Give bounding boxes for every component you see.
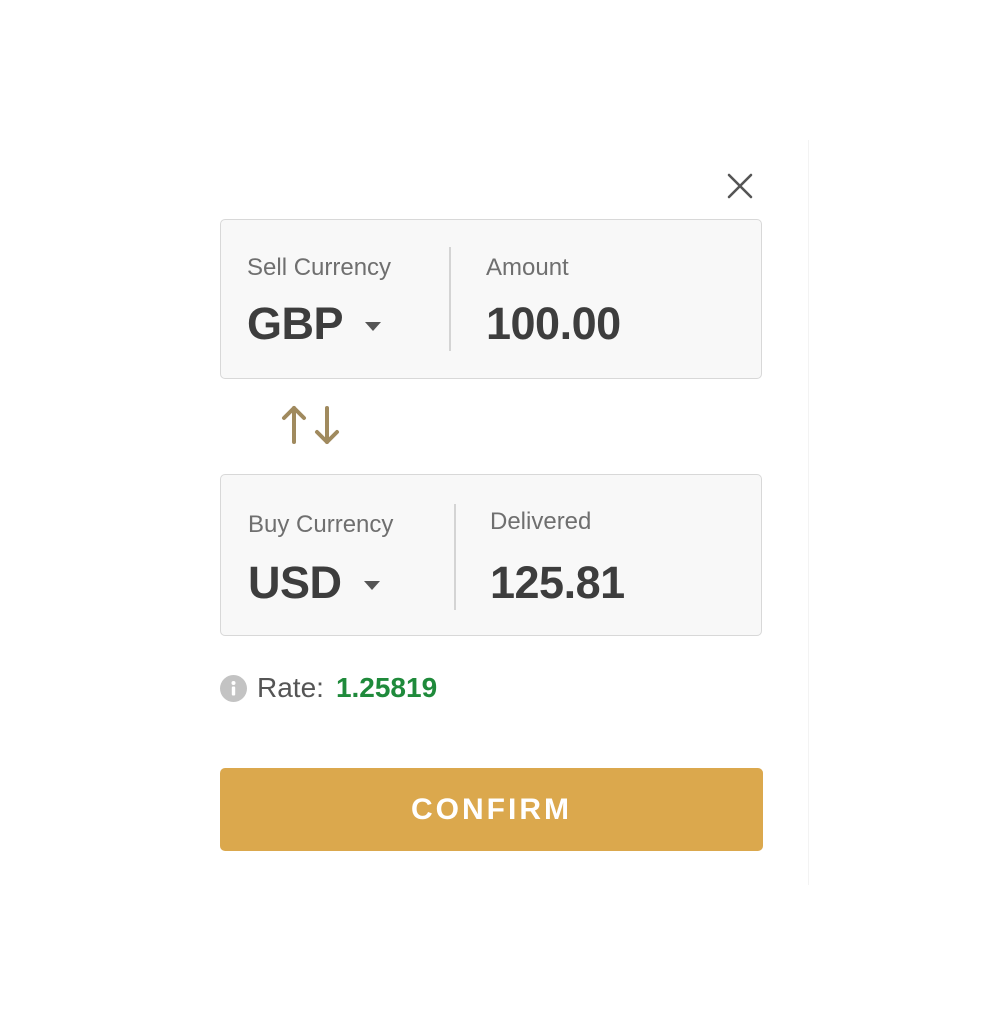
- sell-box-divider: [449, 247, 451, 351]
- buy-box: Buy Currency USD Delivered 125.81: [220, 474, 762, 636]
- close-icon: [727, 173, 753, 199]
- close-button[interactable]: [724, 170, 756, 202]
- confirm-button[interactable]: CONFIRM: [220, 768, 763, 851]
- buy-currency-label: Buy Currency: [248, 511, 394, 538]
- amount-input[interactable]: 100.00: [486, 298, 621, 350]
- swap-currencies-button[interactable]: [280, 402, 346, 448]
- amount-label: Amount: [486, 254, 569, 281]
- rate-label: Rate:: [257, 672, 324, 703]
- rate-value: 1.25819: [335, 672, 438, 703]
- buy-currency-value: USD: [248, 557, 342, 608]
- sell-currency-select[interactable]: GBP: [247, 298, 382, 350]
- exchange-dialog: Sell Currency GBP Amount 100.00 Buy Curr…: [0, 0, 985, 1024]
- buy-currency-select[interactable]: USD: [248, 557, 380, 609]
- info-icon[interactable]: [220, 674, 247, 702]
- panel-edge: [808, 140, 809, 885]
- rate-row: Rate: 1.25819: [220, 670, 437, 706]
- delivered-value: 125.81: [490, 557, 625, 608]
- sell-box: Sell Currency GBP Amount 100.00: [220, 219, 762, 379]
- delivered-label: Delivered: [490, 508, 592, 535]
- swap-arrows-icon: [282, 406, 339, 444]
- caret-down-icon: [363, 580, 380, 590]
- sell-currency-value: GBP: [247, 298, 344, 349]
- sell-currency-label: Sell Currency: [247, 254, 392, 281]
- caret-down-icon: [365, 321, 382, 331]
- buy-box-divider: [454, 504, 456, 610]
